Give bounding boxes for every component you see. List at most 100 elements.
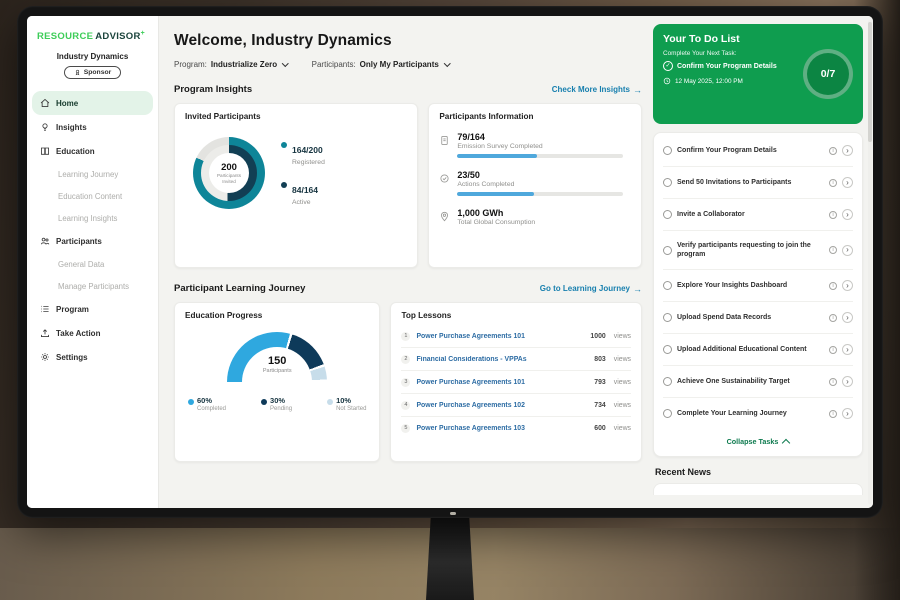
todo-title: Your To Do List: [663, 33, 795, 45]
task-checkbox[interactable]: [663, 146, 672, 155]
action-arrow-icon: [40, 328, 50, 338]
task-row[interactable]: Explore Your Insights Dashboard: [663, 270, 853, 302]
chevron-right-icon[interactable]: [842, 344, 853, 355]
task-checkbox[interactable]: [663, 345, 672, 354]
task-checkbox[interactable]: [663, 313, 672, 322]
legend-item: 60% Completed: [188, 396, 226, 412]
go-to-learning-journey-link[interactable]: Go to Learning Journey: [540, 284, 642, 294]
sidebar-item-insights[interactable]: Insights: [32, 115, 153, 139]
info-icon[interactable]: [829, 314, 837, 322]
info-icon[interactable]: [829, 211, 837, 219]
participants-filter-dropdown[interactable]: Participants: Only My Participants: [312, 60, 450, 69]
lesson-link[interactable]: Power Purchase Agreements 101: [416, 333, 584, 340]
info-icon[interactable]: [829, 147, 837, 155]
lesson-link[interactable]: Power Purchase Agreements 101: [416, 379, 588, 386]
program-filter-dropdown[interactable]: Program: Industrialize Zero: [174, 60, 288, 69]
task-checkbox[interactable]: [663, 178, 672, 187]
emission-progress-bar: [457, 154, 623, 158]
chevron-right-icon[interactable]: [842, 280, 853, 291]
sidebar-item-education[interactable]: Education: [32, 139, 153, 163]
sidebar-item-manage-participants[interactable]: Manage Participants: [32, 275, 153, 297]
legend-dot: [188, 399, 194, 405]
lesson-row[interactable]: 5 Power Purchase Agreements 103 600views: [401, 417, 631, 439]
sidebar-item-participants[interactable]: Participants: [32, 229, 153, 253]
sidebar-item-take-action[interactable]: Take Action: [32, 321, 153, 345]
sidebar-item-program[interactable]: Program: [32, 297, 153, 321]
sidebar-item-label: Program: [56, 305, 89, 314]
task-checkbox[interactable]: [663, 409, 672, 418]
sidebar-item-learning-insights[interactable]: Learning Insights: [32, 207, 153, 229]
lesson-link[interactable]: Financial Considerations - VPPAs: [416, 356, 588, 363]
card-title: Participants Information: [439, 112, 631, 121]
info-icon[interactable]: [829, 346, 837, 354]
task-row[interactable]: Verify participants requesting to join t…: [663, 231, 853, 270]
lesson-link[interactable]: Power Purchase Agreements 103: [416, 425, 588, 432]
task-checkbox[interactable]: [663, 281, 672, 290]
lesson-row[interactable]: 4 Power Purchase Agreements 102 734views: [401, 394, 631, 417]
actions-completed-row: 23/50 Actions Completed: [439, 170, 631, 196]
gauge-center-value: 150: [227, 355, 327, 367]
chevron-right-icon[interactable]: [842, 312, 853, 323]
next-task-chip[interactable]: Confirm Your Program Details: [663, 61, 795, 71]
sidebar-item-general-data[interactable]: General Data: [32, 253, 153, 275]
info-icon[interactable]: [829, 179, 837, 187]
chevron-right-icon[interactable]: [842, 209, 853, 220]
sponsor-badge[interactable]: Sponsor: [64, 66, 122, 79]
collapse-tasks-button[interactable]: Collapse Tasks: [663, 429, 853, 454]
check-circle-icon: [439, 171, 450, 183]
filter-value: Only My Participants: [360, 60, 439, 69]
sidebar-item-learning-journey[interactable]: Learning Journey: [32, 163, 153, 185]
task-row[interactable]: Achieve One Sustainability Target: [663, 366, 853, 398]
scrollbar-thumb[interactable]: [868, 22, 872, 142]
info-icon[interactable]: [829, 410, 837, 418]
sponsor-badge-label: Sponsor: [84, 69, 112, 76]
card-title: Top Lessons: [401, 311, 631, 320]
chevron-right-icon[interactable]: [842, 177, 853, 188]
sidebar-item-label: Education: [56, 147, 95, 156]
lesson-row[interactable]: 1 Power Purchase Agreements 101 1000view…: [401, 325, 631, 348]
list-icon: [40, 304, 50, 314]
award-icon: [74, 69, 81, 76]
task-row[interactable]: Invite a Collaborator: [663, 199, 853, 231]
chevron-right-icon[interactable]: [842, 376, 853, 387]
sidebar-item-settings[interactable]: Settings: [32, 345, 153, 369]
learning-journey-header: Participant Learning Journey Go to Learn…: [174, 283, 642, 294]
chevron-down-icon: [444, 60, 450, 66]
monitor-stand: [426, 516, 474, 600]
task-list-card: Confirm Your Program Details Send 50 Inv…: [653, 132, 863, 457]
info-icon[interactable]: [829, 282, 837, 290]
task-checkbox[interactable]: [663, 246, 672, 255]
task-row[interactable]: Upload Spend Data Records: [663, 302, 853, 334]
sidebar-item-education-content[interactable]: Education Content: [32, 185, 153, 207]
lesson-link[interactable]: Power Purchase Agreements 102: [416, 402, 588, 409]
recent-news-card: [653, 483, 863, 495]
sidebar-item-home[interactable]: Home: [32, 91, 153, 115]
info-icon[interactable]: [829, 378, 837, 386]
legend-dot: [327, 399, 333, 405]
monitor-bezel: RESOURCEADVISOR+ Industry Dynamics Spons…: [17, 6, 883, 518]
info-icon[interactable]: [829, 246, 837, 254]
logo-text-resource: RESOURCE: [37, 31, 93, 42]
logo-text-advisor: ADVISOR: [95, 31, 140, 42]
lesson-row[interactable]: 3 Power Purchase Agreements 101 793views: [401, 371, 631, 394]
org-name: Industry Dynamics: [27, 52, 158, 61]
todo-panel: Your To Do List Complete Your Next Task:…: [652, 16, 873, 508]
chevron-right-icon[interactable]: [842, 245, 853, 256]
map-pin-icon: [439, 209, 450, 221]
task-row[interactable]: Complete Your Learning Journey: [663, 398, 853, 429]
page-title: Welcome, Industry Dynamics: [174, 32, 642, 50]
invited-donut-chart: 200 Participants Invited: [193, 137, 265, 209]
task-checkbox[interactable]: [663, 210, 672, 219]
lesson-row[interactable]: 2 Financial Considerations - VPPAs 803vi…: [401, 348, 631, 371]
top-lessons-card: Top Lessons 1 Power Purchase Agreements …: [390, 302, 642, 462]
check-more-insights-link[interactable]: Check More Insights: [552, 85, 642, 95]
chevron-right-icon[interactable]: [842, 145, 853, 156]
task-checkbox[interactable]: [663, 377, 672, 386]
chevron-right-icon[interactable]: [842, 408, 853, 419]
actions-progress-bar: [457, 192, 623, 196]
task-row[interactable]: Send 50 Invitations to Participants: [663, 167, 853, 199]
participants-information-card: Participants Information 79/164 Emission…: [428, 103, 642, 268]
task-row[interactable]: Upload Additional Educational Content: [663, 334, 853, 366]
main-content: Welcome, Industry Dynamics Program: Indu…: [159, 16, 652, 508]
task-row[interactable]: Confirm Your Program Details: [663, 135, 853, 167]
